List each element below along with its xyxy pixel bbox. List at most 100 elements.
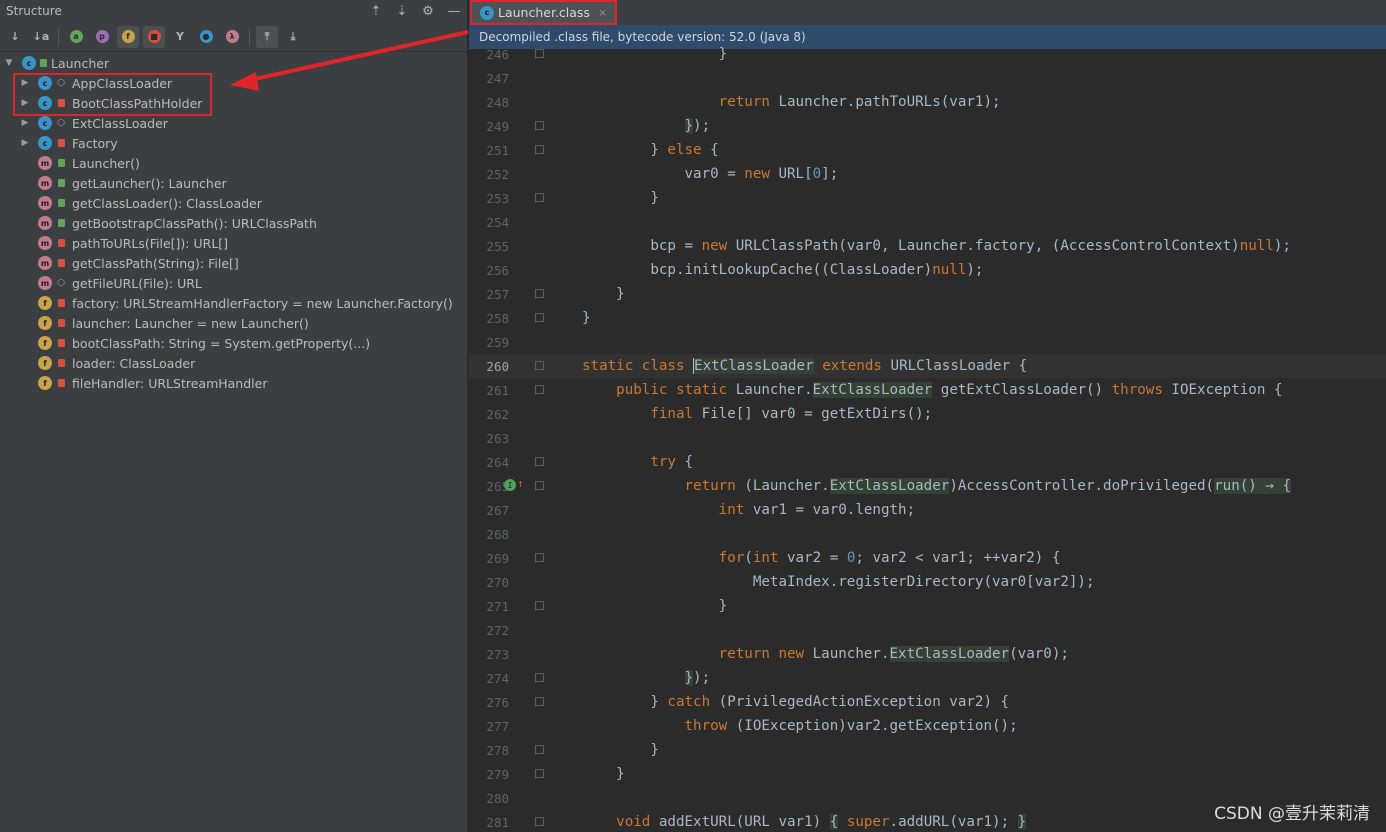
class-icon: c [22,56,36,70]
code-line[interactable]: 258} [469,306,1386,330]
code-line[interactable]: 272 [469,618,1386,642]
fold-marker-icon[interactable] [535,745,544,754]
code-line[interactable]: 277 throw (IOException)var2.getException… [469,714,1386,738]
code-line[interactable]: 256 bcp.initLookupCache((ClassLoader)nul… [469,258,1386,282]
code-line[interactable]: 279 } [469,762,1386,786]
private-icon [58,379,65,387]
tree-item[interactable]: m getClassLoader(): ClassLoader [0,193,467,213]
code-line[interactable]: 255 bcp = new URLClassPath(var0, Launche… [469,234,1386,258]
line-number: 264 [486,454,509,470]
show-inherited-icon[interactable]: a [65,26,87,48]
tree-item-label: ExtClassLoader [72,115,168,131]
fold-marker-icon[interactable] [535,145,544,154]
fold-marker-icon[interactable] [535,289,544,298]
toolbar-separator [249,27,250,46]
expand-arrow-icon[interactable]: ▶ [18,138,32,148]
code-line[interactable]: 263 [469,426,1386,450]
code-line[interactable]: 249 }); [469,114,1386,138]
code-line[interactable]: 246 } [469,44,1386,66]
tab-launcher-class[interactable]: c Launcher.class × [470,0,618,25]
code-line[interactable]: 254 [469,210,1386,234]
collapse-all-icon[interactable]: ⇣ [389,4,415,19]
code-line[interactable]: 260 static class ExtClassLoader extends U… [469,354,1386,378]
fold-marker-icon[interactable] [535,697,544,706]
sort-alpha-icon[interactable]: ↓a [30,26,52,48]
close-icon[interactable]: × [598,6,607,19]
code-area[interactable]: 246 } 247 248 return Launcher.pathToURLs(v… [469,44,1386,832]
code-line[interactable]: 264 try { [469,450,1386,474]
line-number: 281 [486,814,509,830]
code-line[interactable]: 267 int var1 = var0.length; [469,498,1386,522]
hide-icon[interactable]: — [441,4,467,19]
show-fields-icon[interactable]: f [117,25,139,48]
fold-marker-icon[interactable] [535,193,544,202]
show-properties-icon[interactable]: p [91,26,113,48]
collapse-arrow-icon[interactable]: ▼ [2,58,16,68]
field-icon: f [38,336,52,350]
code-line[interactable]: 265 I ↑ return (Launcher.ExtClassLoader)Ac… [469,474,1386,498]
fold-marker-icon[interactable] [535,457,544,466]
code-text: } [582,742,659,758]
show-anonymous-icon[interactable]: ● [195,26,217,48]
code-line[interactable]: 271 } [469,594,1386,618]
fold-marker-icon[interactable] [535,361,544,370]
code-line[interactable]: 278 } [469,738,1386,762]
tree-item[interactable]: f factory: URLStreamHandlerFactory = new … [0,293,467,313]
fold-marker-icon[interactable] [535,817,544,826]
code-line[interactable]: 276 } catch (PrivilegedActionException v… [469,690,1386,714]
tree-item[interactable]: ▶ c ○ ExtClassLoader [0,113,467,133]
tree-item[interactable]: m getClassPath(String): File[] [0,253,467,273]
show-non-public-icon[interactable]: ■ [143,25,165,48]
code-line[interactable]: 274 }); [469,666,1386,690]
code-text: var0 = new URL[0]; [582,166,839,182]
code-text: }); [684,670,711,686]
fold-marker-icon[interactable] [535,49,544,58]
show-lambdas-icon[interactable]: λ [221,26,243,48]
override-up-icon[interactable]: ↑ [517,477,524,490]
code-line[interactable]: 261 public static Launcher.ExtClassLoade… [469,378,1386,402]
code-line[interactable]: 257 } [469,282,1386,306]
tree-item[interactable]: ▶ c Factory [0,133,467,153]
fold-marker-icon[interactable] [535,553,544,562]
autoscroll-to-source-icon[interactable]: ⤒ [256,25,278,48]
code-line[interactable]: 269 for(int var2 = 0; var2 < var1; ++var… [469,546,1386,570]
code-line[interactable]: 252 var0 = new URL[0]; [469,162,1386,186]
code-line[interactable]: 259 [469,330,1386,354]
tree-item[interactable]: m ○ getFileURL(File): URL [0,273,467,293]
expand-arrow-icon[interactable]: ▶ [18,118,32,128]
tree-root[interactable]: ▼ c Launcher [0,53,467,73]
code-line[interactable]: 262 final File[] var0 = getExtDirs(); [469,402,1386,426]
tree-item[interactable]: m Launcher() [0,153,467,173]
tree-item[interactable]: f fileHandler: URLStreamHandler [0,373,467,393]
structure-toolbar: ↓ ↓a a p f ■ Y ● λ ⤒ ⤓ [0,22,467,52]
fold-marker-icon[interactable] [535,601,544,610]
tree-item[interactable]: m getLauncher(): Launcher [0,173,467,193]
tree-item[interactable]: f bootClassPath: String = System.getPrope… [0,333,467,353]
code-line[interactable]: 273 return new Launcher.ExtClassLoader(v… [469,642,1386,666]
code-line[interactable]: 270 MetaIndex.registerDirectory(var0[var… [469,570,1386,594]
tree-item[interactable]: m pathToURLs(File[]): URL[] [0,233,467,253]
expand-all-icon[interactable]: ⇡ [363,4,389,19]
implements-gutter-icon[interactable]: I [504,479,516,491]
public-icon [58,159,65,167]
fold-marker-icon[interactable] [535,121,544,130]
code-line[interactable]: 268 [469,522,1386,546]
code-line[interactable]: 248 return Launcher.pathToURLs(var1); [469,90,1386,114]
fold-marker-icon[interactable] [535,673,544,682]
code-line[interactable]: 247 [469,66,1386,90]
fold-marker-icon[interactable] [535,385,544,394]
tree-item[interactable]: f launcher: Launcher = new Launcher() [0,313,467,333]
code-line[interactable]: 253 } [469,186,1386,210]
fold-marker-icon[interactable] [535,769,544,778]
show-hierarchy-icon[interactable]: Y [169,26,191,48]
autoscroll-from-source-icon[interactable]: ⤓ [282,26,304,48]
tree-item[interactable]: m getBootstrapClassPath(): URLClassPath [0,213,467,233]
sort-by-visibility-icon[interactable]: ↓ [4,26,26,48]
fold-marker-icon[interactable] [535,313,544,322]
settings-icon[interactable]: ⚙ [415,4,441,19]
tree-item[interactable]: f loader: ClassLoader [0,353,467,373]
line-number: 261 [486,382,509,398]
code-text: throw (IOException)var2.getException(); [684,718,1018,734]
fold-marker-icon[interactable] [535,481,544,490]
code-line[interactable]: 251 } else { [469,138,1386,162]
